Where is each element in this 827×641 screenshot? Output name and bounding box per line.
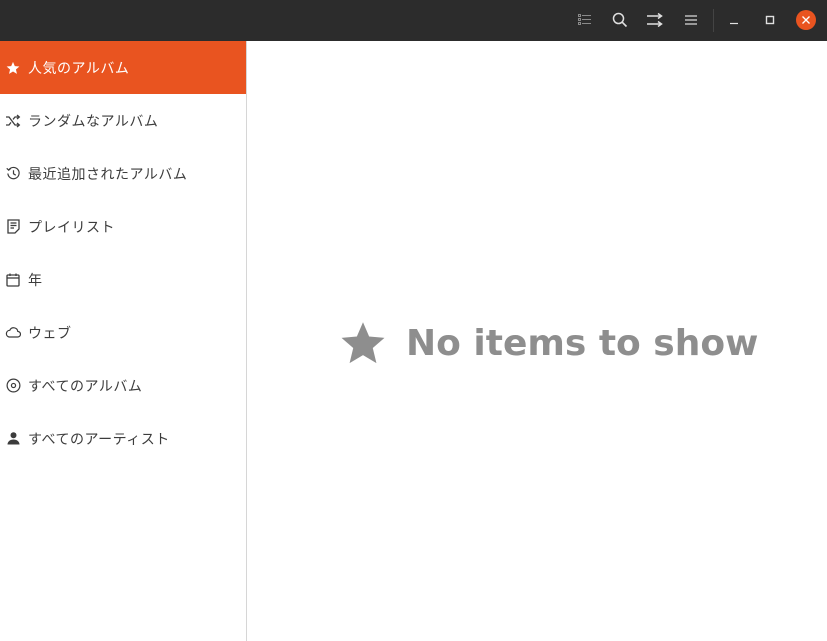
search-icon xyxy=(612,12,628,28)
main-menu-button[interactable] xyxy=(677,6,705,34)
cloud-icon xyxy=(5,325,21,341)
sidebar-item-all-artists[interactable]: すべてのアーティスト xyxy=(0,412,246,465)
shuffle-button[interactable] xyxy=(641,6,669,34)
sidebar-item-popular-albums[interactable]: 人気のアルバム xyxy=(0,41,246,94)
close-circle xyxy=(796,10,816,30)
minimize-icon xyxy=(730,22,738,25)
sidebar-item-random-albums[interactable]: ランダムなアルバム xyxy=(0,94,246,147)
sidebar-item-label: すべてのアーティスト xyxy=(28,431,170,448)
shuffle-icon xyxy=(5,113,21,129)
minimize-button[interactable] xyxy=(720,6,748,34)
maximize-icon xyxy=(765,15,775,25)
title-bar xyxy=(0,0,827,41)
sidebar-item-label: すべてのアルバム xyxy=(28,378,143,395)
star-icon xyxy=(5,60,21,76)
star-icon xyxy=(341,322,385,364)
search-button[interactable] xyxy=(606,6,634,34)
sidebar-item-playlists[interactable]: プレイリスト xyxy=(0,200,246,253)
close-icon xyxy=(802,16,810,24)
sidebar-item-label: 年 xyxy=(28,272,43,289)
sidebar-item-label: ランダムなアルバム xyxy=(28,113,159,130)
shuffle-icon xyxy=(647,13,663,27)
hamburger-menu-icon xyxy=(685,15,697,25)
sidebar-item-web[interactable]: ウェブ xyxy=(0,306,246,359)
history-icon xyxy=(5,166,21,182)
person-icon xyxy=(5,431,21,447)
sidebar-item-label: 最近追加されたアルバム xyxy=(28,166,188,183)
sidebar-item-label: 人気のアルバム xyxy=(28,60,130,77)
calendar-icon xyxy=(5,272,21,288)
sidebar-item-label: プレイリスト xyxy=(28,219,115,236)
titlebar-separator xyxy=(713,9,714,32)
sidebar: 人気のアルバム ランダムなアルバム 最近追加されたアルバム プレイリスト 年 ウ… xyxy=(0,41,247,641)
empty-message: No items to show xyxy=(406,322,759,364)
sidebar-item-all-albums[interactable]: すべてのアルバム xyxy=(0,359,246,412)
playlist-icon xyxy=(5,219,21,235)
list-view-icon xyxy=(578,14,591,25)
close-button[interactable] xyxy=(792,6,820,34)
sidebar-item-label: ウェブ xyxy=(28,325,72,342)
empty-state: No items to show xyxy=(340,319,758,367)
sidebar-item-recent-albums[interactable]: 最近追加されたアルバム xyxy=(0,147,246,200)
maximize-button[interactable] xyxy=(756,6,784,34)
list-view-button[interactable] xyxy=(571,6,599,34)
disc-icon xyxy=(5,378,21,394)
main-content: No items to show xyxy=(247,41,827,641)
sidebar-item-year[interactable]: 年 xyxy=(0,253,246,306)
